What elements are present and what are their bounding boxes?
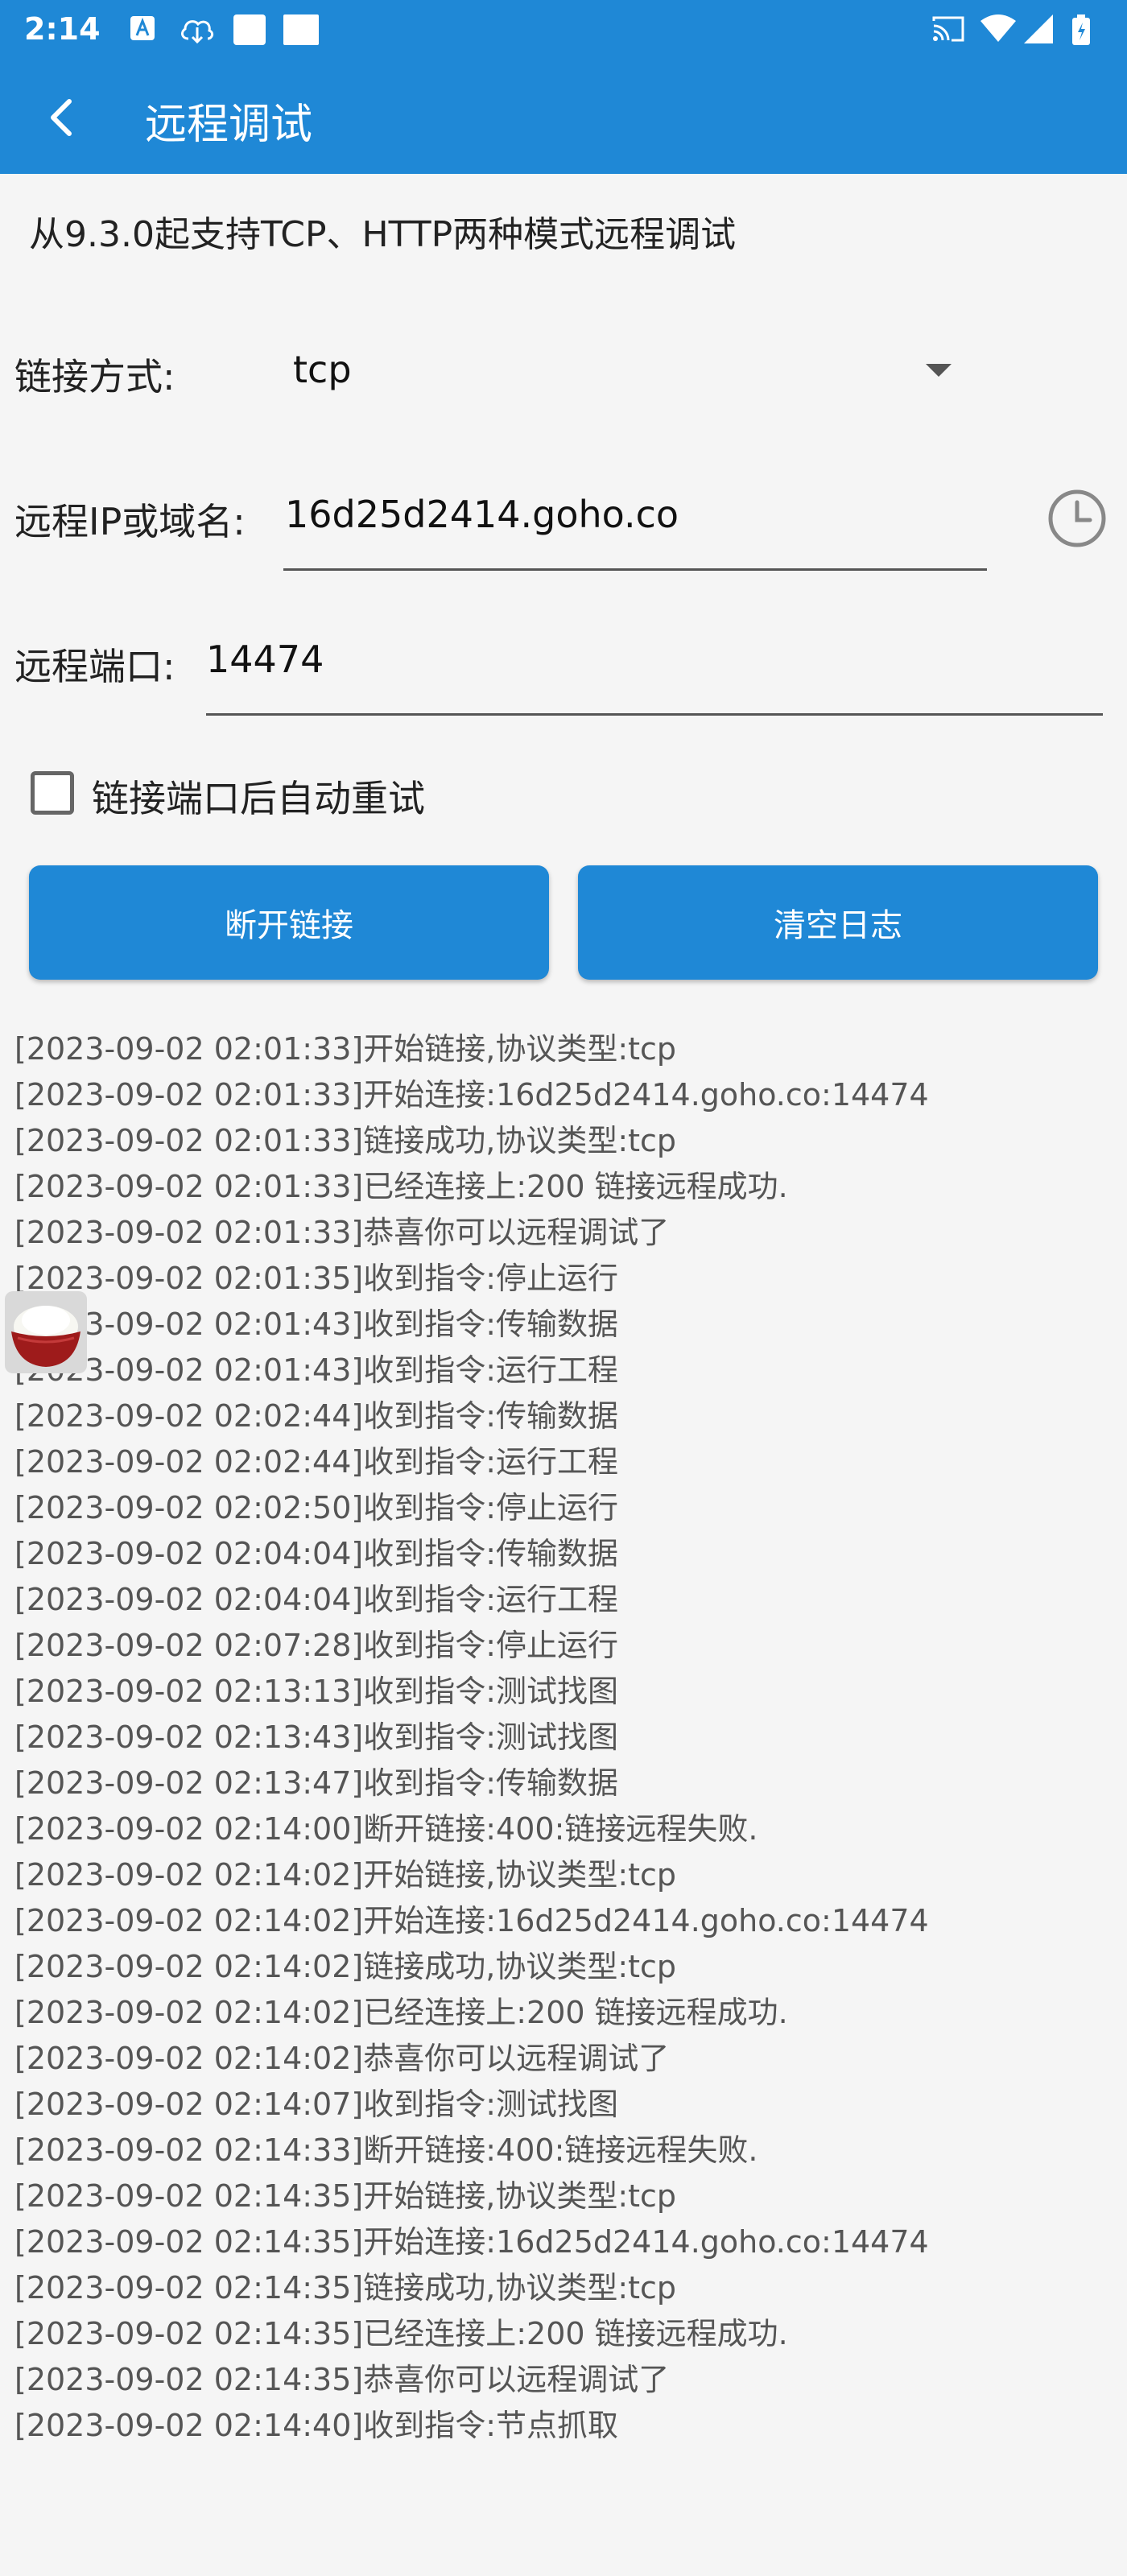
log-line: [2023-09-02 02:02:44]收到指令:传输数据: [14, 1398, 619, 1434]
log-list[interactable]: [2023-09-02 02:01:33]开始链接,协议类型:tcp [2023-…: [14, 1026, 1117, 2449]
dropdown-caret-icon[interactable]: [926, 364, 952, 377]
link-mode-value: tcp: [293, 348, 352, 391]
clear-log-button[interactable]: 清空日志: [578, 865, 1098, 980]
page-title: 远程调试: [145, 101, 313, 149]
log-line: [2023-09-02 02:14:02]已经连接上:200 链接远程成功.: [14, 1995, 788, 2030]
wifi-icon: [980, 14, 1016, 42]
battery-icon: [1072, 14, 1090, 45]
log-line: [2023-09-02 02:04:04]收到指令:传输数据: [14, 1536, 619, 1571]
auto-retry-label[interactable]: 链接端口后自动重试: [92, 770, 425, 823]
status-time: 2:14: [24, 11, 101, 47]
log-line: [2023-09-02 02:14:35]开始连接:16d25d2414.goh…: [14, 2224, 929, 2260]
log-line: [2023-09-02 02:01:33]开始连接:16d25d2414.goh…: [14, 1077, 929, 1113]
log-line: [2023-09-02 02:13:43]收到指令:测试找图: [14, 1719, 619, 1755]
link-mode-select[interactable]: tcp: [274, 330, 982, 419]
arrow-back-icon[interactable]: [32, 85, 97, 150]
log-line: [2023-09-02 02:14:35]链接成功,协议类型:tcp: [14, 2270, 677, 2306]
log-line: [2023-09-02 02:14:02]链接成功,协议类型:tcp: [14, 1949, 677, 1984]
log-line: [2023-09-02 02:14:33]断开链接:400:链接远程失败.: [14, 2132, 758, 2168]
log-line: [2023-09-02 02:14:07]收到指令:测试找图: [14, 2087, 619, 2122]
auto-retry-checkbox[interactable]: [31, 771, 74, 815]
log-line: [2023-09-02 02:01:33]链接成功,协议类型:tcp: [14, 1123, 677, 1158]
history-clock-icon[interactable]: [1045, 486, 1109, 551]
text-a-icon: [130, 16, 155, 40]
log-line: [2023-09-02 02:13:13]收到指令:测试找图: [14, 1674, 619, 1709]
log-line: [2023-09-02 02:14:02]恭喜你可以远程调试了: [14, 2041, 670, 2076]
log-line: [2023-09-02 02:14:00]断开链接:400:链接远程失败.: [14, 1811, 758, 1847]
log-line: [2023-09-02 02:01:35]收到指令:停止运行: [14, 1261, 619, 1296]
log-line: [2023-09-02 02:01:43]收到指令:传输数据: [14, 1307, 619, 1342]
remote-port-underline: [206, 713, 1103, 716]
log-line: [2023-09-02 02:01:43]收到指令:运行工程: [14, 1352, 619, 1388]
log-line: [2023-09-02 02:14:35]已经连接上:200 链接远程成功.: [14, 2316, 788, 2351]
log-line: [2023-09-02 02:02:50]收到指令:停止运行: [14, 1490, 619, 1525]
remote-host-value: 16d25d2414.goho.co: [285, 493, 679, 536]
remote-host-underline: [283, 568, 987, 571]
disconnect-button[interactable]: 断开链接: [29, 865, 549, 980]
log-line: [2023-09-02 02:02:44]收到指令:运行工程: [14, 1444, 619, 1480]
log-line: [2023-09-02 02:14:02]开始连接:16d25d2414.goh…: [14, 1903, 929, 1938]
log-line: [2023-09-02 02:04:04]收到指令:运行工程: [14, 1582, 619, 1617]
signal-icon: [1024, 14, 1053, 43]
link-mode-label: 链接方式:: [14, 355, 175, 398]
status-bar: 2:14: [0, 0, 1127, 58]
log-line: [2023-09-02 02:01:33]恭喜你可以远程调试了: [14, 1215, 670, 1250]
square-icon: [283, 14, 319, 45]
remote-port-label: 远程端口:: [14, 645, 175, 688]
remote-host-label: 远程IP或域名:: [14, 500, 246, 543]
cast-icon: [932, 16, 964, 42]
log-line: [2023-09-02 02:01:33]已经连接上:200 链接远程成功.: [14, 1169, 788, 1204]
cloud-download-icon: [181, 20, 214, 44]
log-line: [2023-09-02 02:01:33]开始链接,协议类型:tcp: [14, 1031, 677, 1067]
remote-host-input[interactable]: 16d25d2414.goho.co: [282, 475, 987, 572]
app-bar: 远程调试: [0, 58, 1127, 174]
log-line: [2023-09-02 02:14:35]开始链接,协议类型:tcp: [14, 2178, 677, 2214]
log-line: [2023-09-02 02:13:47]收到指令:传输数据: [14, 1765, 619, 1801]
log-line: [2023-09-02 02:14:40]收到指令:节点抓取: [14, 2408, 619, 2443]
log-line: [2023-09-02 02:07:28]收到指令:停止运行: [14, 1628, 619, 1663]
remote-port-input[interactable]: 14474: [204, 620, 1103, 716]
remote-port-value: 14474: [206, 638, 324, 681]
log-line: [2023-09-02 02:14:35]恭喜你可以远程调试了: [14, 2362, 670, 2397]
floating-rice-bowl-image[interactable]: [5, 1291, 87, 1373]
square-icon: [233, 14, 266, 45]
intro-text: 从9.3.0起支持TCP、HTTP两种模式远程调试: [29, 214, 737, 255]
log-line: [2023-09-02 02:14:02]开始链接,协议类型:tcp: [14, 1857, 677, 1893]
